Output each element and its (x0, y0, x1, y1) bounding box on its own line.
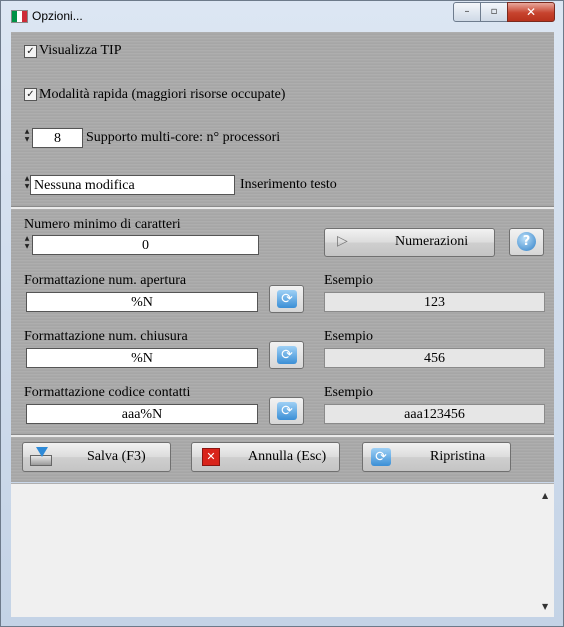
reset-label: Ripristina (430, 449, 486, 464)
example-contacts-label: Esempio (324, 385, 373, 400)
flag-stripe-red (22, 11, 27, 22)
scroll-down-icon[interactable]: ▼ (542, 602, 548, 611)
cancel-label: Annulla (Esc) (248, 449, 327, 464)
scroll-up-icon[interactable]: ▲ (542, 491, 548, 500)
refresh-icon: ⟳ (277, 290, 297, 308)
example-close-value: 456 (324, 348, 545, 368)
example-close-label: Esempio (324, 329, 373, 344)
min-chars-spinner[interactable]: ▲ ▼ (23, 235, 31, 251)
maximize-button[interactable]: ▫ (480, 2, 508, 22)
refresh-icon: ⟳ (277, 402, 297, 420)
separator (11, 206, 554, 209)
title-bar[interactable]: Opzioni... – ▫ ✕ (1, 1, 563, 31)
separator (11, 434, 554, 437)
min-chars-label: Numero minimo di caratteri (24, 217, 181, 232)
refresh-icon: ⟳ (277, 346, 297, 364)
spin-up-icon[interactable]: ▲ (23, 128, 31, 136)
format-contacts-input[interactable]: aaa%N (26, 404, 258, 424)
multicore-label: Supporto multi-core: n° processori (86, 130, 281, 145)
show-tip-label: Visualizza TIP (39, 43, 122, 58)
spin-down-icon[interactable]: ▼ (23, 136, 31, 144)
format-open-label: Formattazione num. apertura (24, 273, 187, 288)
italian-flag-icon (11, 10, 28, 23)
numerazioni-label: Numerazioni (395, 234, 469, 249)
example-open-value: 123 (324, 292, 545, 312)
example-contacts-value: aaa123456 (324, 404, 545, 424)
refresh-icon: ⟳ (371, 448, 391, 466)
options-panel: ✓ Visualizza TIP ✓ Modalità rapida (magg… (11, 32, 554, 482)
spin-down-icon[interactable]: ▼ (23, 243, 31, 251)
numerazioni-button[interactable]: ▷ Numerazioni (324, 228, 495, 257)
example-open-label: Esempio (324, 273, 373, 288)
multicore-input[interactable]: 8 (32, 128, 83, 148)
save-icon (30, 447, 52, 467)
save-label: Salva (F3) (87, 449, 146, 464)
vertical-scrollbar[interactable]: ▲ ▼ (538, 484, 554, 617)
help-button[interactable]: ? (509, 228, 544, 256)
multicore-spinner[interactable]: ▲ ▼ (23, 128, 31, 144)
reset-button[interactable]: ⟳ Ripristina (362, 442, 511, 472)
format-open-input[interactable]: %N (26, 292, 258, 312)
format-open-refresh-button[interactable]: ⟳ (269, 285, 304, 313)
log-area[interactable]: ▲ ▼ (11, 483, 554, 617)
format-close-label: Formattazione num. chiusura (24, 329, 188, 344)
format-close-input[interactable]: %N (26, 348, 258, 368)
minimize-button[interactable]: – (453, 2, 481, 22)
text-insert-select[interactable]: Nessuna modifica (30, 175, 235, 195)
play-icon: ▷ (337, 233, 348, 249)
window-title: Opzioni... (32, 9, 83, 23)
save-button[interactable]: Salva (F3) (22, 442, 171, 472)
format-close-refresh-button[interactable]: ⟳ (269, 341, 304, 369)
options-window: Opzioni... – ▫ ✕ ✓ Visualizza TIP ✓ Moda… (0, 0, 564, 627)
min-chars-input[interactable]: 0 (32, 235, 259, 255)
text-insert-label: Inserimento testo (240, 177, 337, 192)
close-button[interactable]: ✕ (507, 2, 555, 22)
cancel-button[interactable]: ✕ Annulla (Esc) (191, 442, 340, 472)
spin-up-icon[interactable]: ▲ (23, 235, 31, 243)
format-contacts-refresh-button[interactable]: ⟳ (269, 397, 304, 425)
fast-mode-label: Modalità rapida (maggiori risorse occupa… (39, 87, 286, 102)
cancel-icon: ✕ (202, 448, 220, 466)
show-tip-checkbox[interactable]: ✓ (24, 45, 37, 58)
help-icon: ? (517, 232, 536, 251)
fast-mode-checkbox[interactable]: ✓ (24, 88, 37, 101)
format-contacts-label: Formattazione codice contatti (24, 385, 191, 400)
